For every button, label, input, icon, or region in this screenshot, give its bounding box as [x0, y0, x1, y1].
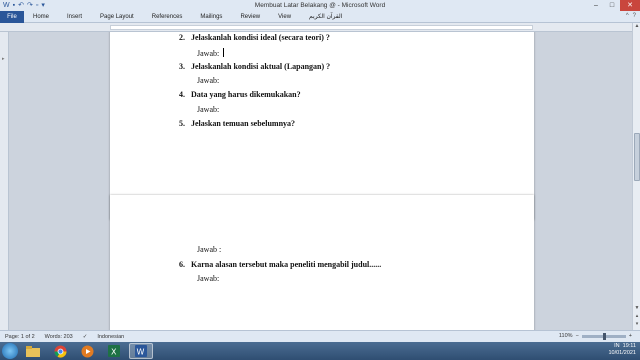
language-indicator[interactable]: Indonesian: [92, 334, 129, 340]
scrollbar-thumb[interactable]: [634, 133, 640, 181]
window-title: Membuat Latar Belakang @ - Microsoft Wor…: [254, 2, 386, 9]
quick-access-toolbar: W ▪ ↶ ↷ ▫ ▾: [0, 1, 45, 10]
zoom-slider-knob[interactable]: [602, 332, 606, 340]
page-1[interactable]: 2. Jelaskanlah kondisi ideal (secara teor…: [110, 32, 534, 220]
maximize-button[interactable]: □: [604, 0, 620, 11]
close-button[interactable]: ✕: [620, 0, 640, 11]
next-page-icon[interactable]: ▾: [633, 321, 640, 329]
answer-3: Jawab:: [197, 76, 220, 85]
tab-page-layout[interactable]: Page Layout: [91, 14, 143, 20]
question-4: 4. Data yang harus dikemukakan?: [179, 90, 301, 99]
tab-file[interactable]: File: [0, 10, 24, 23]
title-bar: W ▪ ↶ ↷ ▫ ▾ Membuat Latar Belakang @ - M…: [0, 0, 640, 11]
tab-home[interactable]: Home: [24, 14, 58, 20]
taskbar: X W IN 19:11 10/01/2021: [0, 342, 640, 360]
input-language[interactable]: IN: [614, 343, 620, 349]
question-6: 6. Karna alasan tersebut maka peneliti me…: [179, 260, 382, 269]
tab-mailings[interactable]: Mailings: [191, 14, 231, 20]
minimize-ribbon-icon[interactable]: ^: [626, 13, 629, 19]
redo-icon[interactable]: ↷: [27, 1, 33, 10]
zoom-out-icon[interactable]: −: [576, 333, 579, 339]
zoom-control: 110% − +: [559, 332, 632, 340]
vertical-ruler[interactable]: ▸: [0, 32, 9, 330]
answer-5: Jawab :: [197, 245, 222, 254]
save-icon[interactable]: ▪: [13, 1, 15, 10]
svg-text:W: W: [137, 348, 145, 357]
undo-icon[interactable]: ↶: [18, 1, 24, 10]
previous-page-icon[interactable]: ▴: [633, 313, 640, 321]
media-player-icon[interactable]: [75, 343, 99, 359]
answer-4: Jawab:: [197, 105, 220, 114]
start-button[interactable]: [2, 343, 18, 359]
word-taskbar-icon[interactable]: W: [129, 343, 153, 359]
qat-dropdown-icon[interactable]: ▾: [41, 1, 45, 10]
svg-text:X: X: [111, 348, 117, 357]
text-cursor: [223, 48, 225, 57]
word-count[interactable]: Words: 203: [40, 334, 78, 340]
help-icon[interactable]: ?: [633, 13, 636, 19]
vertical-scrollbar[interactable]: ▲ ▼ ▴ ▾: [632, 23, 640, 330]
minimize-button[interactable]: –: [588, 0, 604, 11]
scroll-up-icon[interactable]: ▲: [633, 23, 640, 31]
clock-time[interactable]: 19:11: [623, 343, 636, 349]
zoom-in-icon[interactable]: +: [629, 333, 632, 339]
scroll-down-icon[interactable]: ▼: [633, 305, 640, 313]
horizontal-ruler[interactable]: [0, 23, 632, 32]
excel-icon[interactable]: X: [102, 343, 126, 359]
tab-references[interactable]: References: [143, 14, 192, 20]
tab-insert[interactable]: Insert: [58, 14, 91, 20]
question-3: 3. Jelaskanlah kondisi aktual (Lapangan) …: [179, 62, 331, 71]
word-icon: W: [3, 2, 10, 9]
ruler-marker-icon: ▸: [2, 56, 5, 62]
tab-review[interactable]: Review: [231, 14, 269, 20]
proofing-icon[interactable]: ✓: [78, 334, 93, 340]
tab-quran[interactable]: القرآن الكريم: [300, 13, 351, 20]
ruler-track: [110, 25, 533, 30]
clock-date[interactable]: 10/01/2021: [608, 350, 636, 356]
document-area[interactable]: 2. Jelaskanlah kondisi ideal (secara teor…: [9, 32, 631, 330]
page-count[interactable]: Page: 1 of 2: [0, 334, 40, 340]
system-tray: IN 19:11 10/01/2021: [608, 343, 636, 357]
question-5: 5. Jelaskan temuan sebelumnya?: [179, 119, 296, 128]
zoom-level[interactable]: 110%: [559, 333, 573, 339]
chrome-icon[interactable]: [48, 343, 72, 359]
explorer-icon[interactable]: [21, 343, 45, 359]
ribbon-tabs: File Home Insert Page Layout References …: [0, 10, 640, 23]
answer-2: Jawab:: [197, 48, 225, 58]
print-icon[interactable]: ▫: [36, 1, 38, 10]
tab-view[interactable]: View: [269, 14, 300, 20]
page-2[interactable]: Jawab : 6. Karna alasan tersebut maka pen…: [110, 195, 534, 330]
zoom-slider[interactable]: [581, 332, 626, 340]
status-bar: Page: 1 of 2 Words: 203 ✓ Indonesian 110…: [0, 330, 640, 342]
question-2: 2. Jelaskanlah kondisi ideal (secara teor…: [179, 33, 330, 42]
answer-6: Jawab:: [197, 274, 220, 283]
